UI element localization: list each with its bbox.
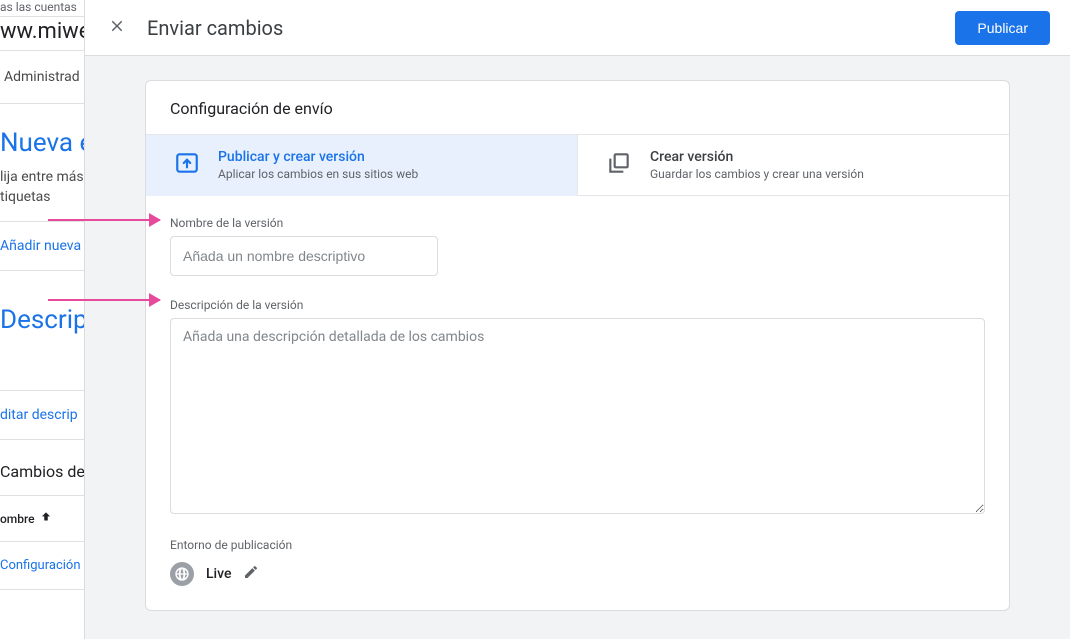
publish-env-label: Entorno de publicación: [170, 538, 985, 552]
card-title: Configuración de envío: [146, 81, 1009, 134]
modal-header: Enviar cambios Publicar: [85, 0, 1070, 56]
version-name-label: Nombre de la versión: [170, 216, 985, 230]
version-desc-label: Descripción de la versión: [170, 298, 985, 312]
tab-create-label: Crear versión: [650, 149, 864, 165]
globe-icon: [170, 562, 194, 586]
arrow-up-icon: [39, 510, 53, 527]
pencil-icon: [243, 564, 259, 584]
publish-upload-icon: [174, 150, 200, 180]
version-name-input[interactable]: [170, 236, 438, 276]
create-version-icon: [606, 150, 632, 180]
version-desc-textarea[interactable]: [170, 318, 985, 514]
tab-publish-label: Publicar y crear versión: [218, 149, 418, 165]
modal-title: Enviar cambios: [147, 16, 955, 40]
modal-body: Configuración de envío Publicar y crear …: [85, 56, 1070, 639]
submit-changes-panel: Enviar cambios Publicar Configuración de…: [84, 0, 1070, 639]
tab-create-version[interactable]: Crear versión Guardar los cambios y crea…: [578, 135, 1009, 196]
close-button[interactable]: [97, 8, 137, 48]
form-area: Nombre de la versión Descripción de la v…: [146, 196, 1009, 610]
tab-create-sub: Guardar los cambios y crear una versión: [650, 167, 864, 181]
bg-desc-line2: tiquetas: [0, 189, 51, 205]
close-icon: [108, 17, 126, 38]
bg-col-name-label: ombre: [0, 512, 35, 526]
submission-tabs: Publicar y crear versión Aplicar los cam…: [146, 134, 1009, 196]
edit-env-button[interactable]: [243, 564, 259, 584]
publish-button[interactable]: Publicar: [955, 11, 1050, 45]
submission-config-card: Configuración de envío Publicar y crear …: [145, 80, 1010, 611]
tab-publish-create-version[interactable]: Publicar y crear versión Aplicar los cam…: [146, 135, 578, 196]
bg-desc-line1: lija entre más: [0, 169, 84, 185]
tab-publish-sub: Aplicar los cambios en sus sitios web: [218, 167, 418, 181]
publish-env-row: Live: [170, 562, 985, 586]
publish-env-value: Live: [206, 566, 231, 582]
